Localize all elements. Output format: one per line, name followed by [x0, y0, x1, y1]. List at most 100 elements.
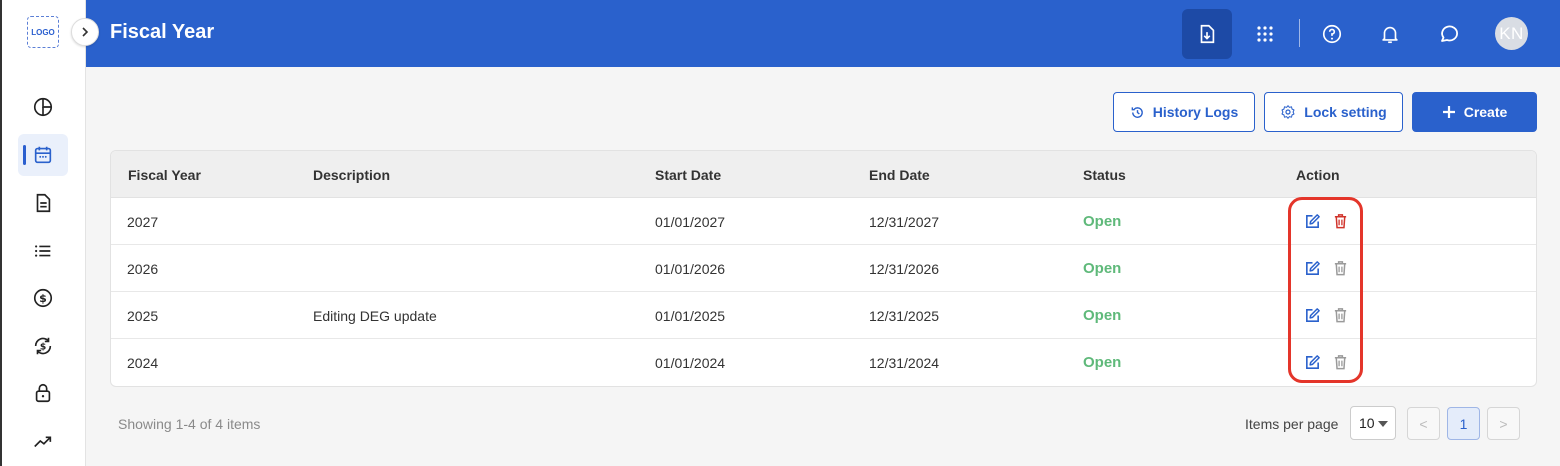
lock-icon [35, 383, 51, 403]
cell-fiscal-year: 2025 [127, 308, 159, 324]
bell-icon [1382, 26, 1398, 44]
column-header-description[interactable]: Description [313, 167, 390, 183]
edit-icon [1305, 260, 1320, 275]
table-row: 2024 01/01/2024 12/31/2024 Open [111, 339, 1536, 386]
messages-button[interactable] [1424, 9, 1474, 59]
sidebar-item-list[interactable] [18, 230, 68, 272]
edit-button[interactable] [1303, 306, 1321, 324]
table-row: 2026 01/01/2026 12/31/2026 Open [111, 245, 1536, 292]
svg-text:$: $ [39, 292, 47, 305]
status-badge: Open [1083, 307, 1122, 324]
sidebar-expand-button[interactable] [71, 18, 99, 46]
apps-grid-icon [1257, 26, 1273, 42]
items-per-page-label: Items per page [1245, 416, 1339, 432]
prev-page-button[interactable]: < [1407, 407, 1440, 440]
items-per-page-value: 10 [1359, 415, 1375, 431]
column-header-status[interactable]: Status [1083, 167, 1126, 183]
trending-up-icon [34, 436, 52, 448]
logo: LOGO [27, 16, 59, 48]
trash-icon [1334, 308, 1346, 323]
cell-fiscal-year: 2027 [127, 214, 159, 230]
list-icon [35, 245, 51, 257]
history-icon [1131, 106, 1143, 118]
table-header: Fiscal Year Description Start Date End D… [111, 151, 1536, 198]
sidebar-item-billing[interactable]: $ [18, 277, 68, 319]
cell-end-date: 12/31/2026 [869, 261, 940, 277]
next-page-button[interactable]: > [1487, 407, 1520, 440]
apps-button[interactable] [1240, 9, 1290, 59]
header-divider [1299, 19, 1300, 47]
caret-down-icon [1378, 421, 1388, 427]
sidebar-item-fiscal-year[interactable] [18, 134, 68, 176]
status-badge: Open [1083, 260, 1122, 277]
column-header-end-date[interactable]: End Date [869, 167, 930, 183]
edit-button[interactable] [1303, 212, 1321, 230]
create-label: Create [1463, 104, 1508, 120]
dollar-circle-icon: $ [33, 288, 53, 308]
pagination-summary: Showing 1-4 of 4 items [118, 416, 261, 432]
history-logs-button[interactable]: History Logs [1113, 92, 1255, 132]
delete-button[interactable] [1331, 306, 1349, 324]
delete-button[interactable] [1331, 353, 1349, 371]
cell-start-date: 01/01/2027 [655, 214, 726, 230]
sidebar: LOGO $ $ [0, 0, 99, 466]
document-icon [36, 193, 51, 213]
help-button[interactable] [1307, 9, 1357, 59]
column-header-start-date[interactable]: Start Date [655, 167, 721, 183]
table-row: 2027 01/01/2027 12/31/2027 Open [111, 198, 1536, 245]
gear-icon [1281, 105, 1295, 119]
cell-start-date: 01/01/2024 [655, 355, 726, 371]
edit-icon [1305, 213, 1320, 228]
currency-exchange-icon: $ [34, 337, 52, 355]
chevron-right-icon: > [1499, 415, 1508, 432]
cell-end-date: 12/31/2027 [869, 214, 940, 230]
delete-button[interactable] [1331, 212, 1349, 230]
column-header-action: Action [1296, 167, 1340, 183]
notifications-button[interactable] [1365, 9, 1415, 59]
main-content: History Logs Lock setting Create Fiscal … [86, 67, 1560, 466]
cell-end-date: 12/31/2025 [869, 308, 940, 324]
history-logs-label: History Logs [1152, 104, 1239, 120]
create-button[interactable]: Create [1412, 92, 1537, 132]
edit-icon [1305, 354, 1320, 369]
sidebar-item-exchange[interactable]: $ [18, 325, 68, 367]
top-header: Fiscal Year KN [86, 0, 1560, 67]
trash-icon [1334, 261, 1346, 276]
status-badge: Open [1083, 354, 1122, 371]
cell-fiscal-year: 2024 [127, 355, 159, 371]
chevron-left-icon: < [1419, 415, 1428, 432]
fiscal-year-table: Fiscal Year Description Start Date End D… [110, 150, 1537, 387]
column-header-fiscal-year[interactable]: Fiscal Year [128, 167, 201, 183]
edit-icon [1305, 307, 1320, 322]
page-number: 1 [1459, 415, 1468, 432]
logo-text: LOGO [31, 27, 55, 37]
svg-text:$: $ [40, 342, 46, 353]
pie-chart-icon [33, 97, 53, 117]
cell-start-date: 01/01/2025 [655, 308, 726, 324]
lock-setting-button[interactable]: Lock setting [1264, 92, 1403, 132]
table-row: 2025 Editing DEG update 01/01/2025 12/31… [111, 292, 1536, 339]
cell-description: Editing DEG update [313, 308, 437, 324]
chevron-right-icon [82, 27, 89, 37]
avatar[interactable]: KN [1495, 17, 1528, 50]
sidebar-item-dashboard[interactable] [18, 86, 68, 128]
cell-end-date: 12/31/2024 [869, 355, 940, 371]
sidebar-item-security[interactable] [18, 372, 68, 414]
trash-icon [1334, 355, 1346, 370]
delete-button[interactable] [1331, 259, 1349, 277]
download-doc-icon [1200, 24, 1215, 44]
lock-setting-label: Lock setting [1304, 104, 1387, 120]
trash-icon [1334, 214, 1346, 229]
export-button[interactable] [1182, 9, 1232, 59]
sidebar-item-documents[interactable] [18, 182, 68, 224]
page-1-button[interactable]: 1 [1447, 407, 1480, 440]
edit-button[interactable] [1303, 259, 1321, 277]
calendar-icon [34, 146, 52, 164]
cell-fiscal-year: 2026 [127, 261, 159, 277]
chat-icon [1441, 25, 1458, 42]
help-icon [1322, 24, 1342, 44]
edit-button[interactable] [1303, 353, 1321, 371]
page-title: Fiscal Year [110, 21, 215, 43]
sidebar-item-reports[interactable] [18, 420, 68, 462]
items-per-page-select[interactable]: 10 [1350, 406, 1396, 440]
